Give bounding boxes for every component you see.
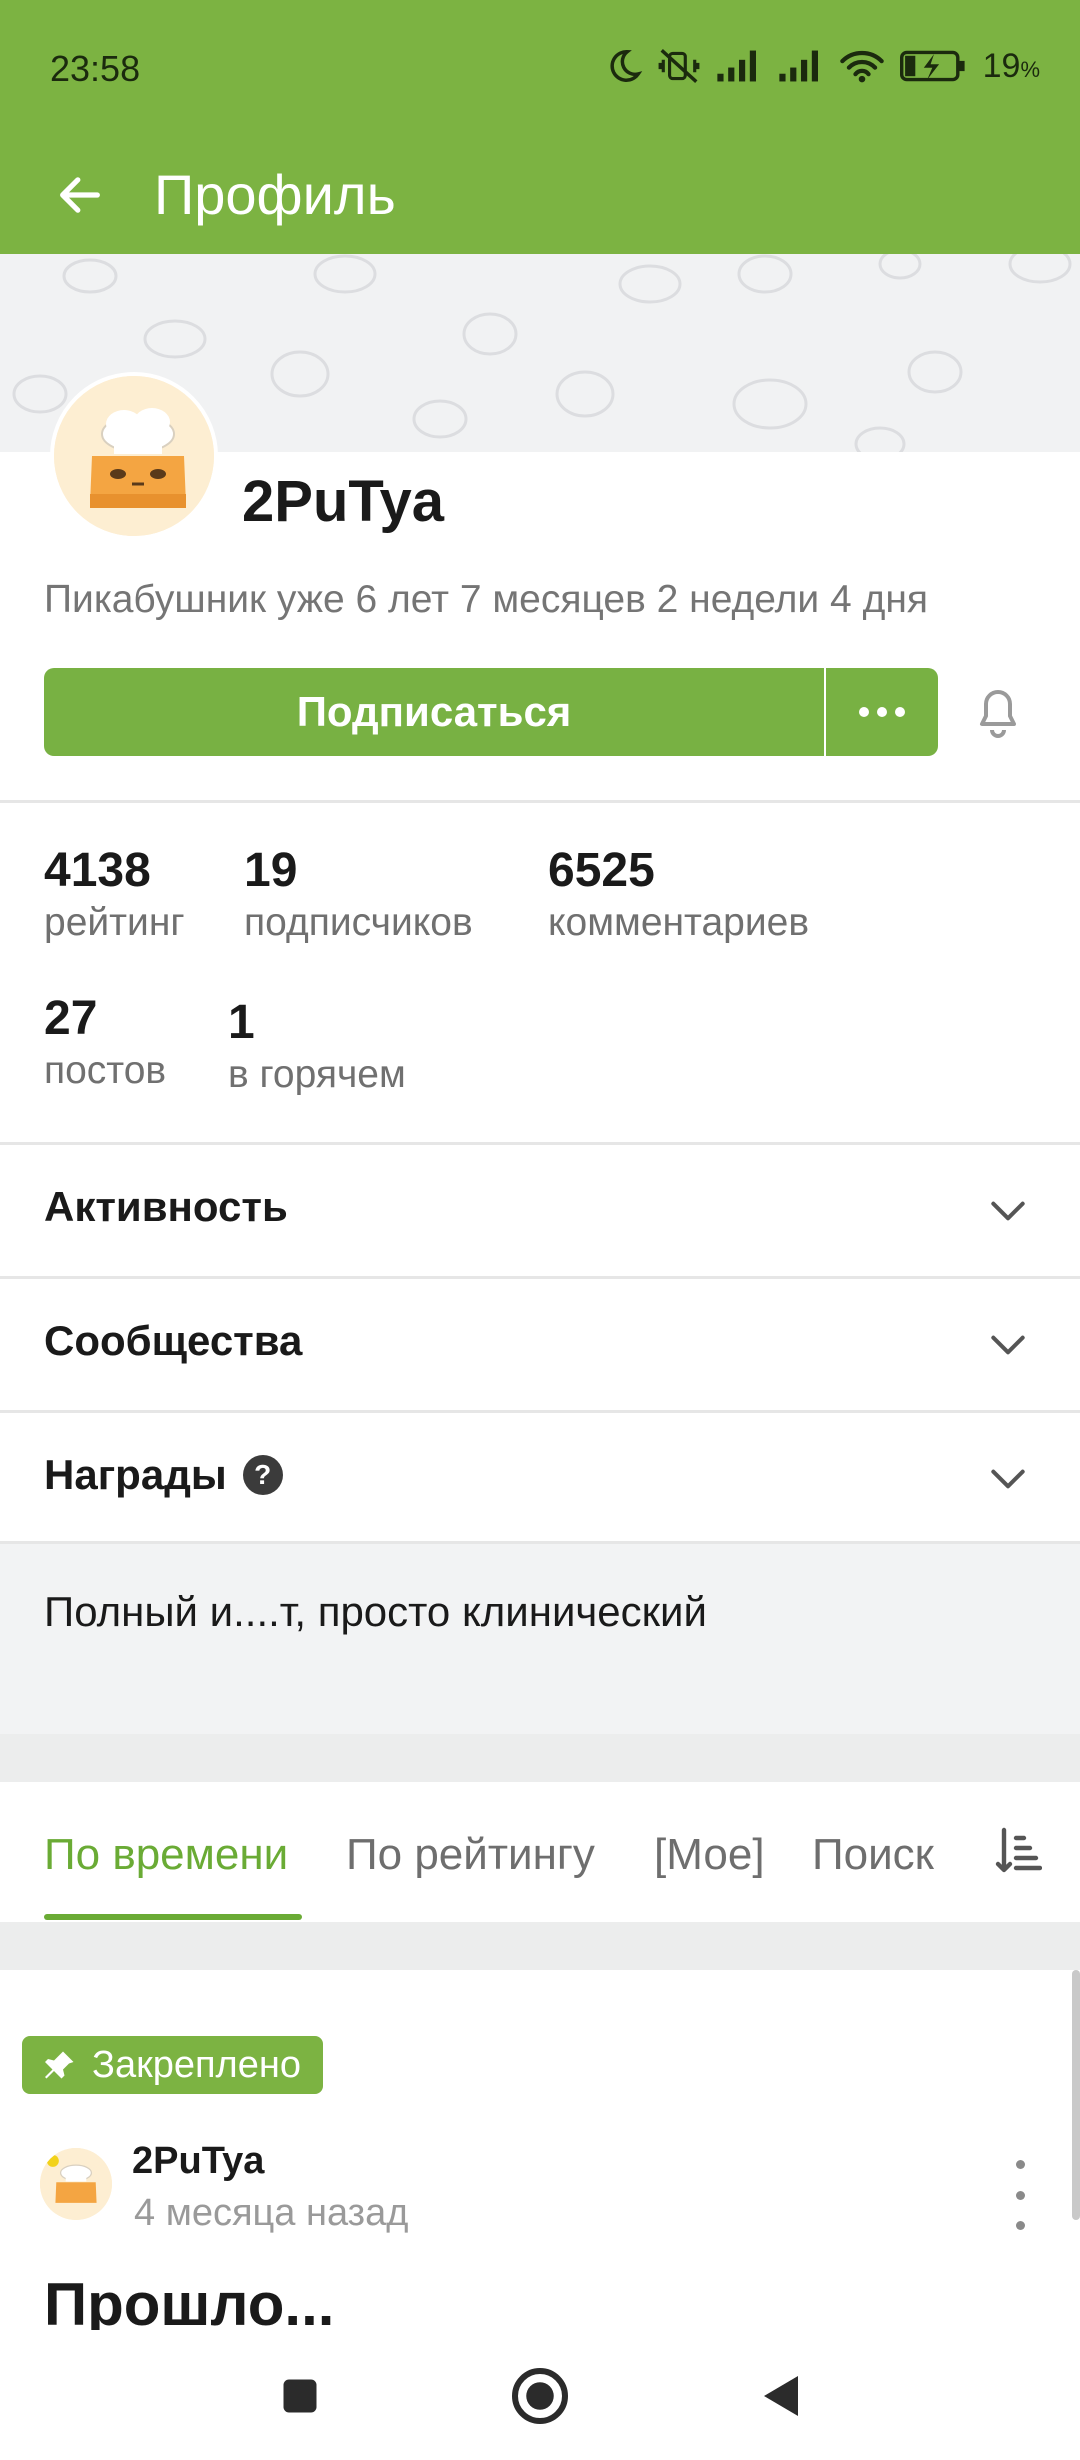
bell-icon: [980, 690, 1016, 738]
stat-value: 19: [244, 844, 298, 897]
status-time: 23:58: [50, 48, 141, 89]
home-button[interactable]: [504, 2360, 576, 2432]
post-tabs: По времени По рейтингу [Мое] Поиск: [0, 1782, 1080, 1922]
chevron-down-icon: [991, 1201, 1025, 1221]
tab-search[interactable]: Поиск: [812, 1830, 934, 1880]
chevron-down-icon: [991, 1335, 1025, 1355]
pinned-label: Закреплено: [92, 2043, 301, 2086]
active-tab-indicator: [44, 1914, 302, 1920]
post-title[interactable]: Прошло...: [44, 2270, 334, 2330]
stat-label: постов: [44, 1049, 167, 1092]
stat-label: комментариев: [548, 901, 810, 944]
post-time: 4 месяца назад: [134, 2192, 409, 2234]
battery-percent: 19%: [982, 46, 1040, 85]
avatar[interactable]: [50, 372, 218, 540]
stat-posts[interactable]: 27 постов: [44, 990, 166, 1094]
stat-label: рейтинг: [44, 901, 185, 944]
tab-mine[interactable]: [Мое]: [654, 1830, 765, 1880]
menu-dot: [1015, 2160, 1025, 2169]
recents-button[interactable]: [264, 2360, 336, 2432]
stat-label: в горячем: [228, 1053, 406, 1096]
stat-value: 4138: [44, 844, 151, 897]
more-button[interactable]: [826, 668, 938, 756]
post-menu-button[interactable]: [1000, 2160, 1040, 2230]
pinned-badge: Закреплено: [22, 2036, 323, 2094]
help-icon[interactable]: ?: [242, 1455, 283, 1495]
stat-value: 27: [44, 992, 98, 1045]
post-author-avatar[interactable]: [40, 2148, 112, 2220]
separator-band: [0, 1922, 1080, 1970]
tenure-text: Пикабушник уже 6 лет 7 месяцев 2 недели …: [44, 578, 928, 621]
section-label: Награды ?: [44, 1451, 283, 1499]
page-title: Профиль: [154, 163, 396, 226]
post-author[interactable]: 2PuTya: [132, 2140, 264, 2183]
tab-by-time[interactable]: По времени: [44, 1830, 288, 1880]
stat-subscribers[interactable]: 19 подписчиков: [244, 842, 473, 946]
back-nav-button[interactable]: [744, 2360, 816, 2432]
menu-dot: [1015, 2190, 1025, 2200]
bio-block: Полный и....т, просто клинический: [0, 1544, 1080, 1734]
section-label: Активность: [44, 1183, 288, 1230]
subscribe-button[interactable]: Подписаться: [44, 668, 824, 756]
notify-button[interactable]: [966, 680, 1030, 744]
stat-hot[interactable]: 1 в горячем: [228, 994, 406, 1098]
bio-text: Полный и....т, просто клинический: [44, 1588, 707, 1635]
triangle-back-icon: [764, 2376, 798, 2416]
square-icon: [283, 2379, 317, 2413]
arrow-left-icon: [60, 177, 100, 213]
pin-icon: [45, 2051, 74, 2079]
section-label: Сообщества: [44, 1317, 303, 1364]
post-card[interactable]: Закреплено 2PuTya 4 месяца назад Прошло.…: [0, 1970, 1080, 2330]
stat-value: 1: [228, 996, 255, 1049]
divider: [0, 800, 1080, 803]
circle-icon: [512, 2368, 568, 2424]
section-activity[interactable]: Активность: [0, 1145, 1080, 1275]
menu-dot: [1015, 2221, 1025, 2230]
signal-icon: [715, 49, 763, 83]
signal-icon: [777, 49, 825, 83]
username: 2PuTya: [242, 469, 445, 534]
wifi-icon: [839, 48, 885, 84]
vibrate-off-icon: [657, 47, 701, 85]
stat-value: 6525: [548, 844, 655, 897]
back-button[interactable]: [40, 150, 120, 240]
section-communities[interactable]: Сообщества: [0, 1279, 1080, 1409]
system-nav-bar: [0, 2330, 1080, 2460]
tab-by-rating[interactable]: По рейтингу: [346, 1830, 595, 1880]
battery-charging-icon: [899, 49, 969, 83]
app-bar: Профиль: [0, 140, 1080, 254]
separator-band: [0, 1734, 1080, 1782]
chevron-down-icon: [991, 1469, 1025, 1489]
section-awards[interactable]: Награды ?: [0, 1413, 1080, 1543]
scrollbar[interactable]: [1072, 1970, 1080, 2220]
moon-icon: [605, 47, 643, 85]
status-bar: 23:58 19%: [0, 0, 1080, 140]
more-horizontal-icon: [859, 707, 905, 717]
stat-rating[interactable]: 4138 рейтинг: [44, 842, 185, 946]
sort-icon[interactable]: [994, 1826, 1042, 1878]
status-icons: 19%: [605, 44, 1040, 88]
stat-label: подписчиков: [244, 901, 473, 944]
stat-comments[interactable]: 6525 комментариев: [548, 842, 809, 946]
